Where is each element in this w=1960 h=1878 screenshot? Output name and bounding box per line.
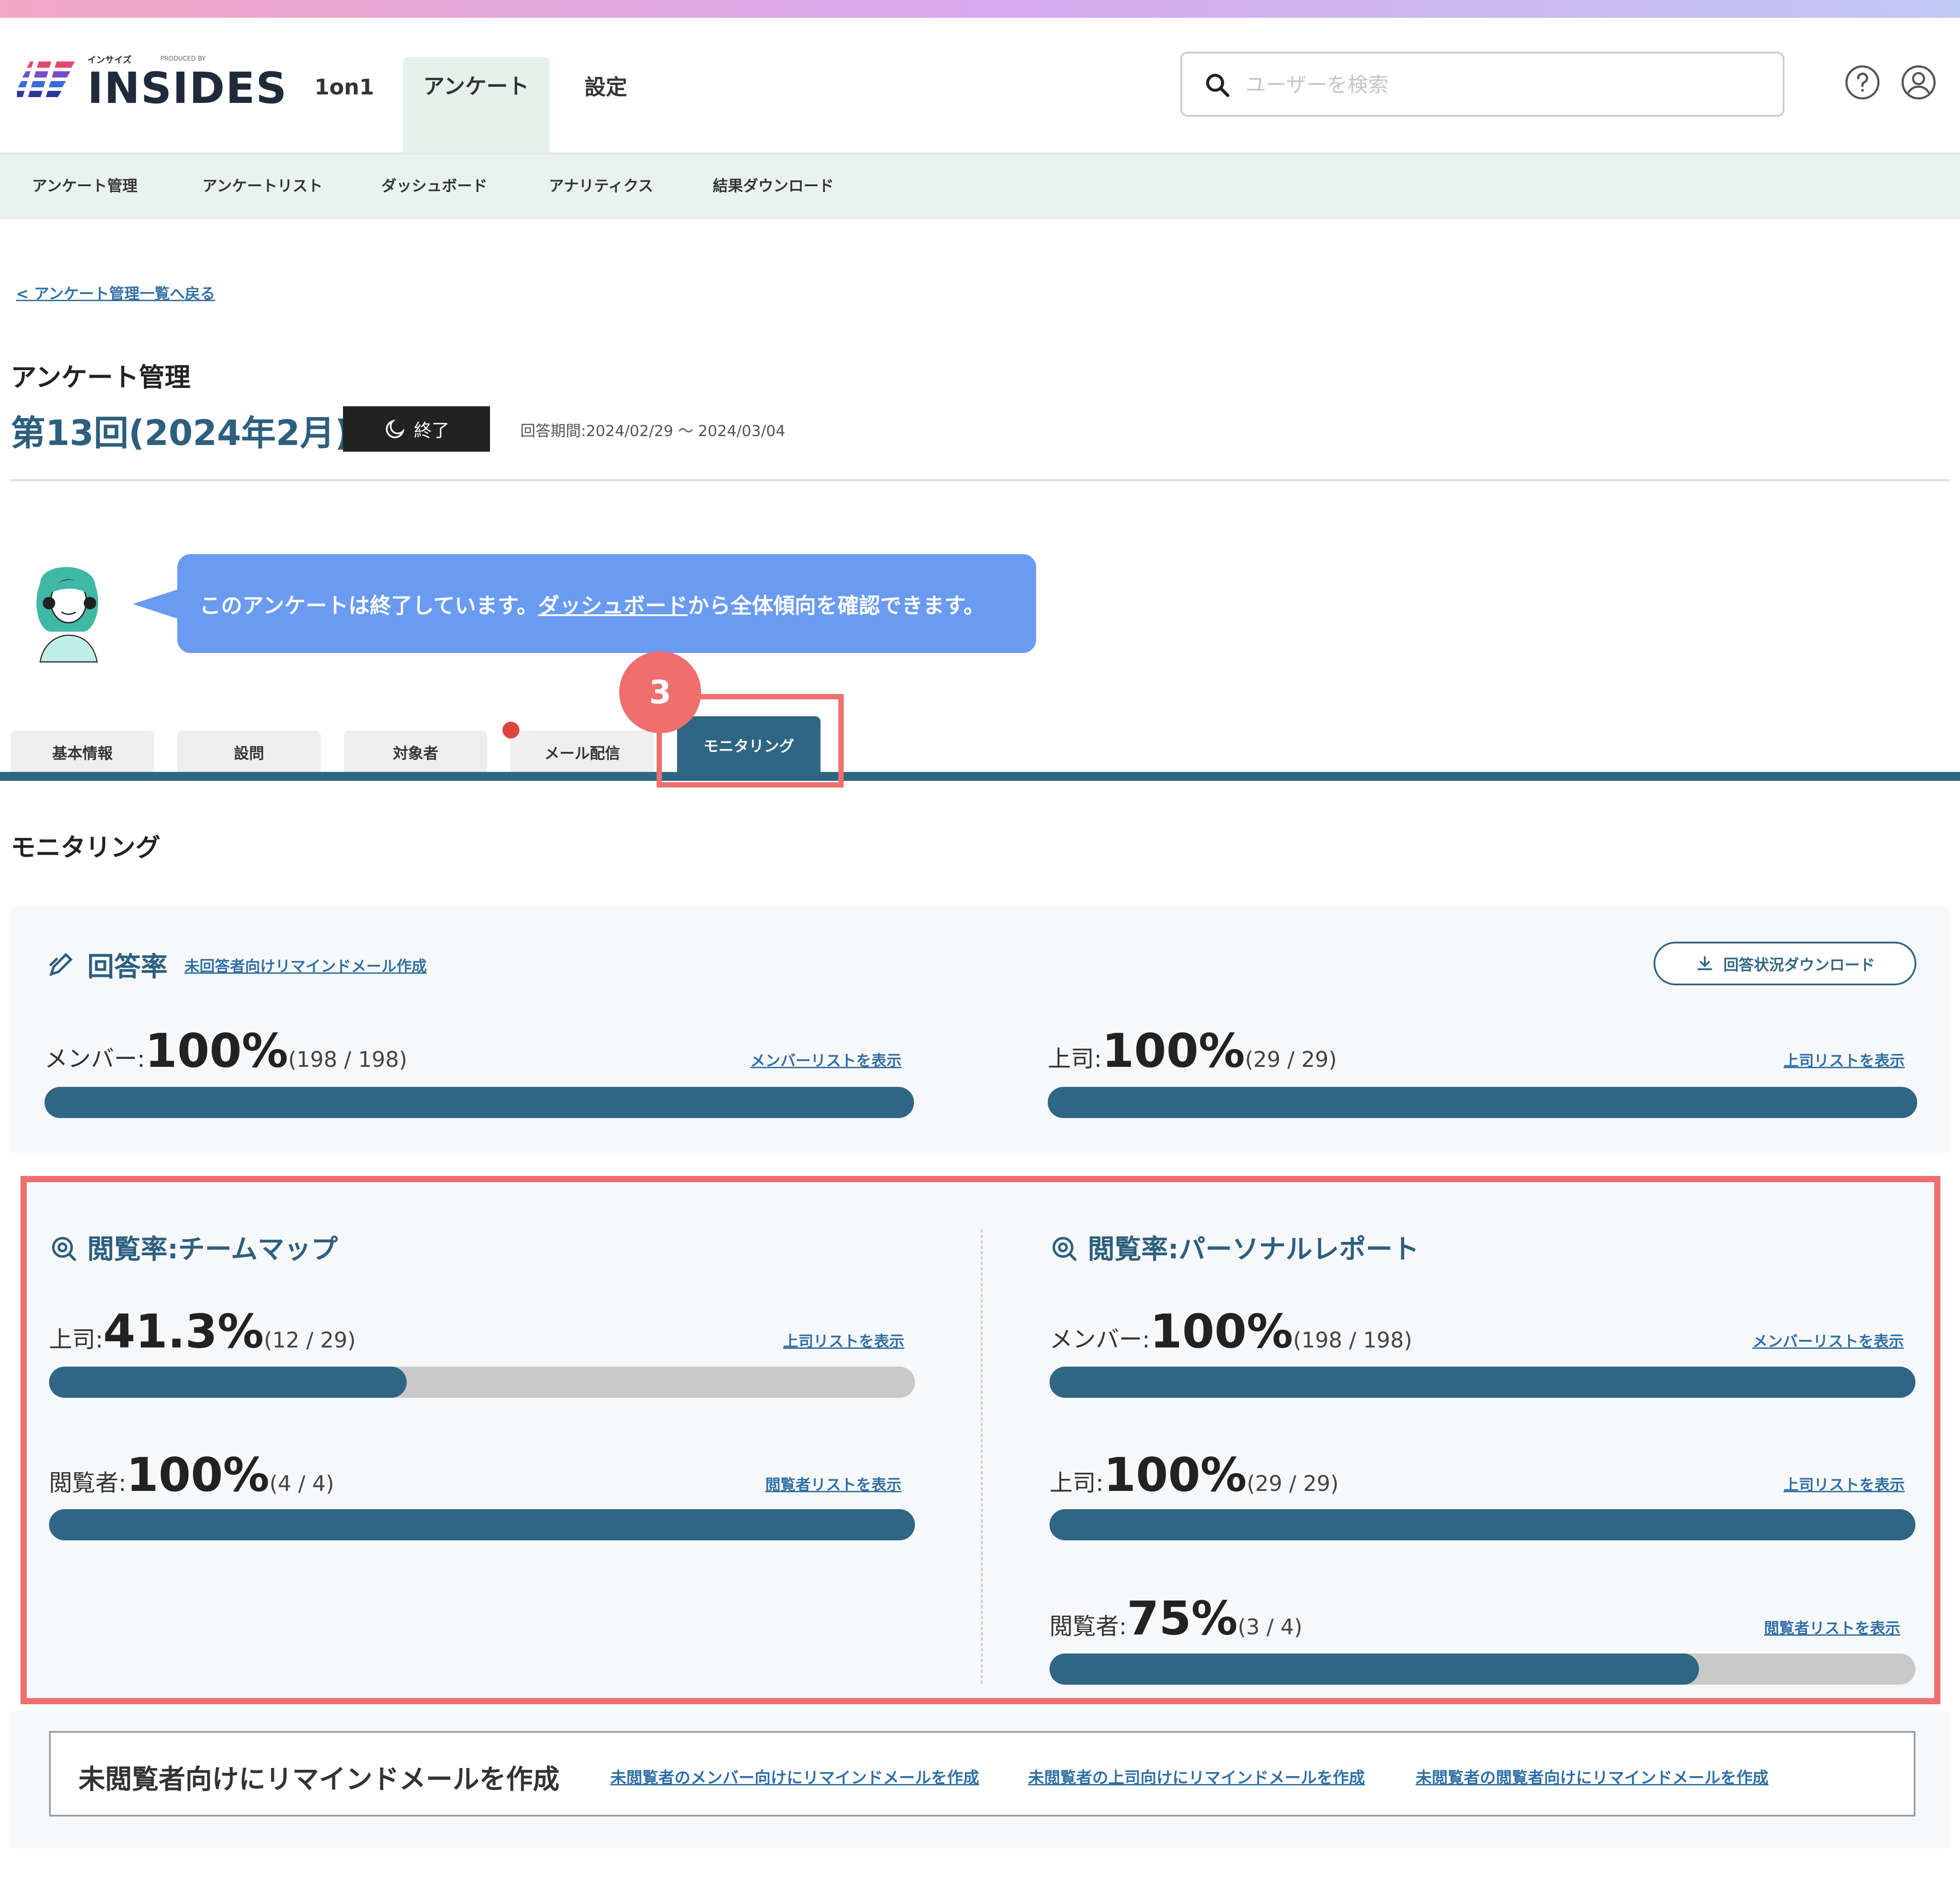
tabs-underline (0, 772, 1960, 781)
status-label: 終了 (414, 421, 449, 441)
response-boss-metric: 上司:100%(29 / 29) (1048, 1024, 1337, 1078)
subnav-survey-list[interactable]: アンケートリスト (202, 174, 323, 196)
boss-list-link[interactable]: 上司リストを表示 (1784, 1049, 1905, 1070)
subnav-analytics[interactable]: アナリティクス (549, 174, 653, 196)
subnav-survey-management[interactable]: アンケート管理 (32, 174, 138, 196)
assistant-avatar (36, 567, 98, 663)
subnav-dashboard[interactable]: ダッシュボード (381, 174, 487, 196)
metric-value: 100% (145, 1024, 288, 1078)
logo-wordmark: INSIDES (87, 63, 288, 113)
tab-mail[interactable]: メール配信 (510, 731, 654, 773)
metric-count: (198 / 198) (288, 1047, 408, 1072)
bubble-dashboard-link[interactable]: ダッシュボード (538, 588, 688, 619)
callout-highlight-view-rate (20, 1176, 1940, 1704)
bubble-text-before: このアンケートは終了しています。 (200, 593, 538, 618)
tab-questions[interactable]: 設問 (177, 731, 321, 773)
insides-logo-icon (17, 57, 75, 102)
search-box (1180, 52, 1784, 117)
remind-viewer-link[interactable]: 未閲覧者の閲覧者向けにリマインドメールを作成 (1416, 1765, 1768, 1788)
bubble-tail (133, 588, 182, 620)
nav-settings[interactable]: 設定 (584, 58, 627, 152)
question-circle-icon[interactable] (1844, 64, 1881, 101)
pencil-edit-icon (49, 953, 73, 976)
metric-count: (29 / 29) (1245, 1047, 1337, 1072)
tab-targets[interactable]: 対象者 (344, 731, 487, 773)
page-title: アンケート管理 (11, 362, 191, 392)
subnav-results-download[interactable]: 結果ダウンロード (713, 174, 834, 196)
remind-boss-link[interactable]: 未閲覧者の上司向けにリマインドメールを作成 (1028, 1765, 1365, 1788)
response-boss-bar (1048, 1087, 1917, 1118)
moon-icon (386, 419, 405, 438)
callout-number-badge: 3 (619, 651, 701, 733)
back-link[interactable]: < アンケート管理一覧へ戻る (16, 282, 215, 303)
response-rate-title: 回答率 (87, 951, 167, 983)
divider (11, 479, 1949, 481)
logo-produced: PRODUCED BY (160, 55, 206, 62)
user-circle-icon[interactable] (1900, 64, 1937, 101)
search-input[interactable] (1245, 69, 1763, 100)
bar-fill (1048, 1087, 1917, 1118)
monitoring-title: モニタリング (11, 833, 160, 862)
bubble-text-after: から全体傾向を確認できます。 (687, 593, 985, 618)
metric-label: メンバー: (45, 1046, 145, 1073)
remind-member-link[interactable]: 未閲覧者のメンバー向けにリマインドメールを作成 (610, 1765, 979, 1788)
notification-dot (502, 722, 519, 739)
metric-value: 100% (1102, 1024, 1245, 1078)
unanswered-remind-link[interactable]: 未回答者向けリマインドメール作成 (184, 954, 427, 976)
download-label: 回答状況ダウンロード (1723, 956, 1875, 974)
search-icon (1206, 73, 1229, 97)
download-status-button[interactable]: 回答状況ダウンロード (1654, 942, 1916, 985)
bar-fill (45, 1087, 914, 1118)
answer-period: 回答期間:2024/02/29 ～ 2024/03/04 (520, 422, 785, 440)
member-list-link[interactable]: メンバーリストを表示 (750, 1049, 902, 1070)
nav-survey[interactable]: アンケート (403, 57, 550, 152)
metric-label: 上司: (1048, 1046, 1102, 1073)
remind-title: 未閲覧者向けにリマインドメールを作成 (78, 1764, 559, 1795)
status-badge: 終了 (343, 406, 490, 452)
tab-basic-info[interactable]: 基本情報 (11, 731, 154, 773)
nav-1on1[interactable]: 1on1 (314, 58, 374, 152)
info-bubble: このアンケートは終了しています。 ダッシュボード から全体傾向を確認できます。 (177, 554, 1036, 653)
survey-name: 第13回(2024年2月) (11, 413, 351, 453)
download-icon (1697, 956, 1712, 970)
top-gradient-bar (0, 0, 1960, 18)
response-member-metric: メンバー:100%(198 / 198) (45, 1024, 407, 1078)
response-member-bar (45, 1087, 914, 1118)
